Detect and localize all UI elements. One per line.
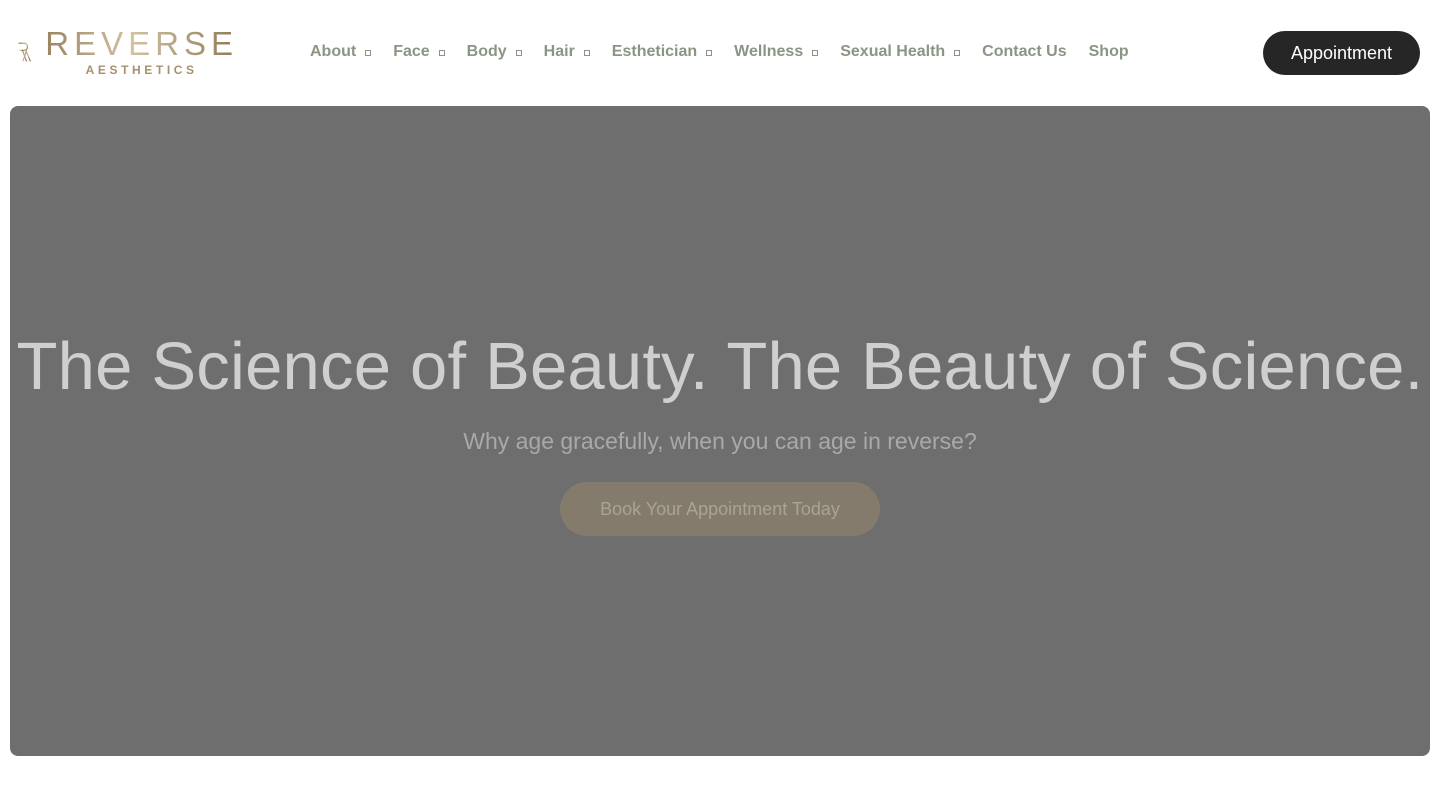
- dropdown-caret-icon: [515, 49, 522, 56]
- book-appointment-button[interactable]: Book Your Appointment Today: [560, 482, 880, 536]
- hero-title: The Science of Beauty. The Beauty of Sci…: [16, 329, 1424, 404]
- nav-item-contact-us[interactable]: Contact Us: [982, 40, 1066, 64]
- appointment-button[interactable]: Appointment: [1263, 31, 1420, 75]
- nav-item-face[interactable]: Face: [393, 40, 445, 64]
- nav-item-body[interactable]: Body: [467, 40, 522, 64]
- logo-monogram-icon: [18, 42, 31, 62]
- nav-item-label: Shop: [1088, 43, 1129, 60]
- nav-item-label: Body: [466, 43, 507, 60]
- logo-wordmark: REVERSE: [45, 25, 238, 62]
- nav-item-label: About: [310, 43, 357, 60]
- dropdown-caret-icon: [583, 49, 590, 56]
- hero-banner: The Science of Beauty. The Beauty of Sci…: [10, 106, 1430, 756]
- nav-item-shop[interactable]: Shop: [1089, 40, 1129, 64]
- site-logo[interactable]: REVERSE AESTHETICS: [18, 16, 238, 88]
- nav-item-label: Face: [393, 43, 430, 60]
- dropdown-caret-icon: [954, 49, 961, 56]
- dropdown-caret-icon: [365, 49, 372, 56]
- nav-item-label: Contact Us: [982, 43, 1067, 60]
- dropdown-caret-icon: [438, 49, 445, 56]
- nav-item-sexual-health[interactable]: Sexual Health: [840, 40, 961, 64]
- nav-item-about[interactable]: About: [310, 40, 372, 64]
- nav-item-wellness[interactable]: Wellness: [734, 40, 819, 64]
- nav-item-esthetician[interactable]: Esthetician: [611, 40, 713, 64]
- logo-tagline: AESTHETICS: [85, 63, 198, 77]
- nav-item-label: Esthetician: [611, 43, 698, 60]
- dropdown-caret-icon: [812, 49, 819, 56]
- nav-item-label: Sexual Health: [840, 43, 946, 60]
- nav-item-hair[interactable]: Hair: [544, 40, 590, 64]
- logo-text: REVERSE AESTHETICS: [45, 25, 238, 78]
- main-nav: About Face Body Hair Esthetician Wellnes…: [310, 40, 1129, 64]
- nav-item-label: Wellness: [734, 43, 804, 60]
- site-header: REVERSE AESTHETICS About Face Body Hair …: [0, 0, 1440, 106]
- hero-subtitle: Why age gracefully, when you can age in …: [463, 428, 977, 454]
- nav-item-label: Hair: [543, 43, 575, 60]
- dropdown-caret-icon: [706, 49, 713, 56]
